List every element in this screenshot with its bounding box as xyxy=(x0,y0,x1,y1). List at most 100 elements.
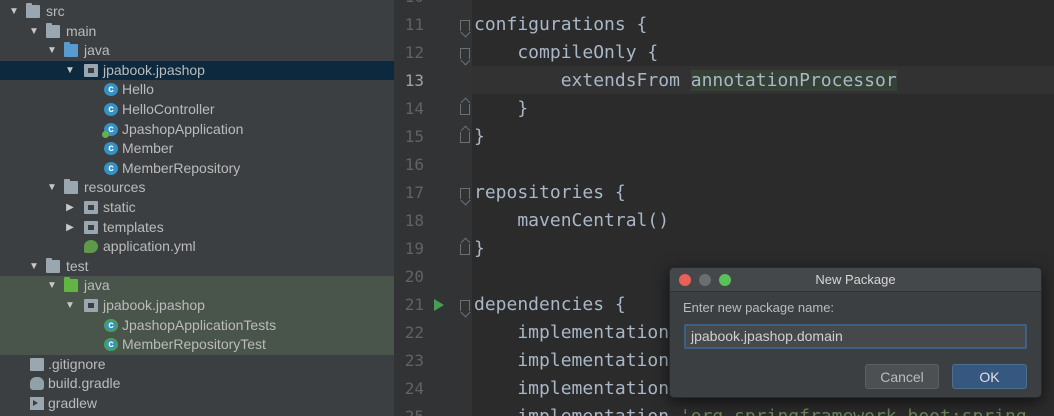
code-line[interactable]: extendsFrom annotationProcessor xyxy=(474,67,897,95)
code-text: extendsFrom xyxy=(474,70,691,91)
tree-item[interactable]: ▼ src xyxy=(0,2,394,22)
tree-item[interactable]: ▼ java xyxy=(0,41,394,61)
tree-item[interactable]: c Member xyxy=(0,139,394,159)
expand-arrow-icon[interactable]: ▼ xyxy=(8,2,20,22)
tree-item[interactable]: c Hello xyxy=(0,80,394,100)
fold-end-icon[interactable] xyxy=(460,244,470,255)
tree-item[interactable]: c MemberRepository xyxy=(0,159,394,179)
line-number: 13 xyxy=(404,71,424,90)
package-icon xyxy=(84,63,98,77)
line-number: 25 xyxy=(394,403,424,416)
tree-item[interactable]: c HelloController xyxy=(0,100,394,120)
class-icon: c xyxy=(104,83,118,97)
tree-item[interactable]: application.yml xyxy=(0,237,394,257)
fold-start-icon[interactable] xyxy=(460,48,470,59)
code-line[interactable]: dependencies { xyxy=(474,291,626,319)
expand-arrow-icon[interactable]: ▼ xyxy=(28,257,40,277)
folder-icon xyxy=(26,3,40,18)
gitignore-file-icon xyxy=(30,357,44,371)
class-icon: c xyxy=(104,103,118,116)
tree-item[interactable]: gradlew xyxy=(0,394,394,414)
test-source-folder-icon xyxy=(64,277,78,293)
highlighted-identifier: annotationProcessor xyxy=(690,70,897,91)
tree-item-label: Hello xyxy=(122,81,154,98)
line-number: 14 xyxy=(404,99,424,118)
code-line[interactable]: } xyxy=(474,95,528,123)
tree-item[interactable]: c MemberRepositoryTest xyxy=(0,335,394,355)
tree-item-label: .gitignore xyxy=(48,355,106,372)
line-number: 23 xyxy=(404,351,424,370)
fold-start-icon[interactable] xyxy=(460,188,470,199)
expand-arrow-icon[interactable]: ▼ xyxy=(46,276,58,296)
tree-item[interactable]: ▶ templates xyxy=(0,218,394,238)
code-text: implementation xyxy=(474,378,680,399)
ok-button[interactable]: OK xyxy=(952,364,1027,389)
tree-item[interactable]: ▼ jpabook.jpashop xyxy=(0,60,394,81)
yaml-file-icon xyxy=(84,240,98,254)
tree-item-label: build.gradle xyxy=(48,375,121,392)
tree-item[interactable]: ▼ test xyxy=(0,257,394,277)
code-line[interactable]: mavenCentral() xyxy=(474,207,669,235)
fold-end-icon[interactable] xyxy=(460,132,470,143)
code-text: implementation xyxy=(474,322,680,343)
tree-item[interactable]: .gitignore xyxy=(0,355,394,375)
expand-arrow-icon[interactable]: ▼ xyxy=(46,41,58,61)
folder-icon xyxy=(84,201,98,214)
cancel-button[interactable]: Cancel xyxy=(865,364,939,389)
string-literal: 'org.springframework.boot:spring xyxy=(680,406,1027,416)
tree-item[interactable]: ▼ jpabook.jpashop xyxy=(0,296,394,316)
code-line[interactable]: } xyxy=(474,235,485,263)
code-line[interactable]: compileOnly { xyxy=(474,39,658,67)
tree-item[interactable]: c JpashopApplication xyxy=(0,120,394,140)
tree-item-label: static xyxy=(103,199,136,215)
dialog-titlebar: New Package xyxy=(670,268,1041,292)
source-folder-icon xyxy=(64,42,78,58)
line-number: 12 xyxy=(404,43,424,62)
code-line[interactable]: } xyxy=(474,123,485,151)
tree-item-label: JpashopApplicationTests xyxy=(122,316,277,333)
resources-folder-icon xyxy=(64,179,78,195)
run-gutter-icon[interactable] xyxy=(434,299,444,311)
tree-item[interactable]: build.gradle xyxy=(0,374,394,394)
class-icon: c xyxy=(104,142,118,156)
tree-item-label: java xyxy=(84,42,110,59)
tree-item[interactable]: ▼ java xyxy=(0,276,394,296)
tree-item-label: MemberRepository xyxy=(122,159,241,176)
expand-arrow-icon[interactable]: ▼ xyxy=(28,22,40,42)
tree-item[interactable]: ▼ resources xyxy=(0,178,394,198)
package-icon xyxy=(84,299,98,312)
package-name-prompt: Enter new package name: xyxy=(683,300,835,315)
test-class-icon: c xyxy=(104,318,118,332)
collapse-arrow-icon[interactable]: ▶ xyxy=(64,218,76,238)
tree-item-label: src xyxy=(46,3,65,19)
fold-end-icon[interactable] xyxy=(460,104,470,115)
tree-item[interactable]: c JpashopApplicationTests xyxy=(0,315,394,336)
tree-item-label: HelloController xyxy=(122,101,215,117)
fold-start-icon[interactable] xyxy=(460,20,470,31)
tree-item-label: test xyxy=(66,257,89,274)
tree-item[interactable]: ▼ main xyxy=(0,22,394,42)
spring-app-class-icon: c xyxy=(102,122,118,138)
fold-start-icon[interactable] xyxy=(460,300,470,311)
line-number: 19 xyxy=(404,239,424,258)
tree-item-label: Member xyxy=(122,140,174,157)
collapse-arrow-icon[interactable]: ▶ xyxy=(64,198,76,218)
folder-icon xyxy=(46,257,60,273)
code-line[interactable]: configurations { xyxy=(474,11,647,39)
tree-item-label: MemberRepositoryTest xyxy=(122,336,266,353)
code-line[interactable]: implementation 'org.springframework.boot… xyxy=(474,403,1027,416)
tree-item[interactable]: ▶ static xyxy=(0,198,394,218)
line-number: 16 xyxy=(404,155,424,174)
expand-arrow-icon[interactable]: ▼ xyxy=(64,296,76,316)
tree-item-label: java xyxy=(84,277,110,294)
line-number: 21 xyxy=(404,295,424,314)
code-line[interactable]: repositories { xyxy=(474,179,626,207)
dialog-title: New Package xyxy=(815,272,896,287)
folder-icon xyxy=(46,22,60,38)
expand-arrow-icon[interactable]: ▼ xyxy=(64,61,76,81)
line-number: 17 xyxy=(404,183,424,202)
line-number: 24 xyxy=(404,379,424,398)
line-number: 11 xyxy=(404,15,424,34)
package-name-input[interactable]: jpabook.jpashop.domain xyxy=(684,324,1027,349)
expand-arrow-icon[interactable]: ▼ xyxy=(46,178,58,198)
